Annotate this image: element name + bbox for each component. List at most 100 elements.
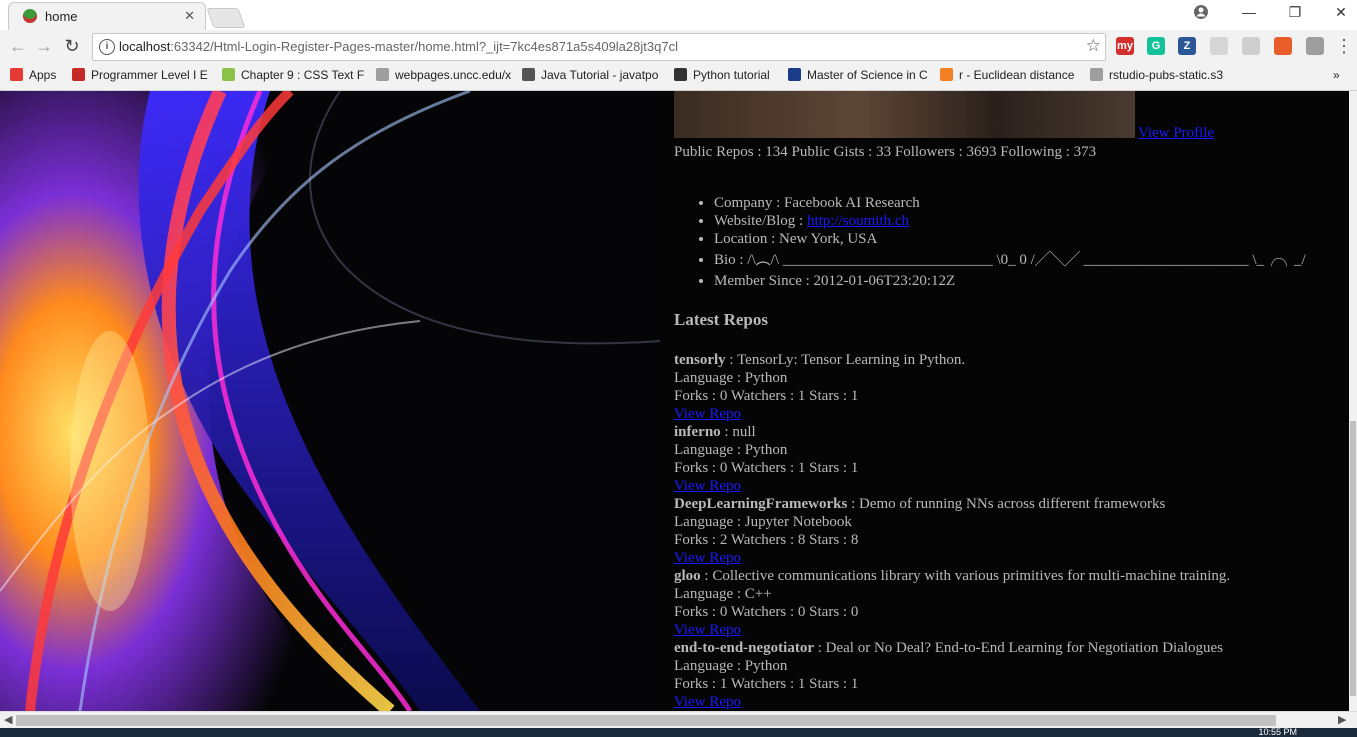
vertical-scrollbar[interactable] [1349, 91, 1357, 711]
repo-language: Language : C++ [674, 586, 772, 602]
repo-description: : TensorLy: Tensor Learning in Python. [725, 352, 966, 368]
tab-title: home [45, 9, 78, 24]
website-item: Website/Blog : http://soumith.ch [714, 212, 1306, 230]
bookmark-label: Chapter 9 : CSS Text F [241, 68, 365, 82]
bookmark-label: Python tutorial [693, 68, 770, 82]
taskbar: 10:55 PM [0, 728, 1357, 737]
bookmark-favicon-icon [1090, 68, 1103, 81]
shield-extension-icon[interactable] [1306, 37, 1324, 55]
repo-item: end-to-end-negotiator : Deal or No Deal?… [674, 639, 1230, 711]
page-viewport: View Profile Public Repos : 134 Public G… [0, 91, 1349, 711]
bookmark-label: Apps [29, 68, 57, 82]
view-profile-link[interactable]: View Profile [1138, 124, 1214, 142]
repo-list: tensorly : TensorLy: Tensor Learning in … [674, 351, 1230, 711]
bookmark-item[interactable]: r - Euclidean distance [940, 68, 1074, 82]
profile-details-list: Company : Facebook AI Research Website/B… [674, 194, 1306, 290]
profile-icon[interactable] [1186, 4, 1216, 23]
bookmark-favicon-icon [788, 68, 801, 81]
bookmark-favicon-icon [222, 68, 235, 81]
extension-icon[interactable] [1210, 37, 1228, 55]
adblock-icon[interactable] [1274, 37, 1292, 55]
repo-language: Language : Jupyter Notebook [674, 514, 852, 530]
repo-language: Language : Python [674, 658, 788, 674]
info-icon[interactable]: i [99, 39, 115, 55]
pdf-icon[interactable] [1242, 37, 1260, 55]
bookmark-item[interactable]: Apps [10, 68, 56, 82]
grammarly-icon[interactable]: G [1147, 37, 1165, 55]
profile-stats: Public Repos : 134 Public Gists : 33 Fol… [674, 144, 1097, 160]
myhomework-icon[interactable]: my [1116, 37, 1134, 55]
member-since-item: Member Since : 2012-01-06T23:20:12Z [714, 272, 1306, 290]
bookmark-item[interactable]: Master of Science in C [788, 68, 928, 82]
bookmark-label: rstudio-pubs-static.s3 [1109, 68, 1224, 82]
bookmark-item[interactable]: Java Tutorial - javatpo [522, 68, 658, 82]
minimize-button[interactable]: — [1234, 4, 1264, 20]
repo-description: : Demo of running NNs across different f… [847, 496, 1166, 512]
repo-title-line: gloo : Collective communications library… [674, 567, 1230, 585]
mushroom-favicon-icon [23, 9, 37, 23]
url-host: localhost [119, 39, 171, 54]
view-repo-link[interactable]: View Repo [674, 406, 741, 422]
bookmark-label: Programmer Level I E [91, 68, 208, 82]
bio-item: Bio : /\︵/\ ____________________________… [714, 248, 1306, 272]
scroll-right-arrow-icon[interactable]: ▶ [1338, 713, 1346, 726]
repo-item: tensorly : TensorLy: Tensor Learning in … [674, 351, 1230, 423]
horizontal-scrollbar[interactable]: ◀ ▶ [0, 711, 1357, 729]
repo-counts: Forks : 1 Watchers : 1 Stars : 1 [674, 676, 859, 692]
view-repo-link[interactable]: View Repo [674, 478, 741, 494]
repo-title-line: DeepLearningFrameworks : Demo of running… [674, 495, 1230, 513]
repo-title-line: inferno : null [674, 423, 1230, 441]
repo-item: gloo : Collective communications library… [674, 567, 1230, 639]
bookmark-item[interactable]: Chapter 9 : CSS Text F [222, 68, 364, 82]
bookmark-item[interactable]: Python tutorial [674, 68, 770, 82]
horizontal-scrollbar-thumb[interactable] [16, 715, 1276, 726]
zotero-icon[interactable]: Z [1178, 37, 1196, 55]
bookmark-item[interactable]: Programmer Level I E [72, 68, 208, 82]
repo-description: : null [720, 424, 756, 440]
taskbar-clock: 10:55 PM [1258, 727, 1297, 737]
restore-button[interactable]: ❐ [1280, 4, 1310, 21]
repo-item: inferno : null Language : Python Forks : 0… [674, 423, 1230, 495]
repo-item: DeepLearningFrameworks : Demo of running… [674, 495, 1230, 567]
bookmark-star-icon[interactable]: ☆ [1086, 36, 1101, 56]
new-tab-button[interactable] [206, 8, 246, 28]
repo-name: DeepLearningFrameworks [674, 496, 848, 512]
address-bar[interactable]: i localhost:63342/Html-Login-Register-Pa… [92, 33, 1106, 61]
repo-counts: Forks : 0 Watchers : 0 Stars : 0 [674, 604, 859, 620]
repo-description: : Deal or No Deal? End-to-End Learning f… [813, 640, 1224, 656]
back-arrow-icon[interactable]: ← [6, 36, 30, 57]
website-link[interactable]: http://soumith.ch [807, 213, 909, 229]
view-repo-link[interactable]: View Repo [674, 550, 741, 566]
view-repo-link[interactable]: View Repo [674, 694, 741, 710]
bookmark-favicon-icon [940, 68, 953, 81]
bookmark-favicon-icon [522, 68, 535, 81]
tab-close-icon[interactable]: ✕ [184, 8, 195, 24]
repo-title-line: tensorly : TensorLy: Tensor Learning in … [674, 351, 1230, 369]
bookmarks-overflow-icon[interactable]: » [1333, 68, 1340, 82]
repo-language: Language : Python [674, 370, 788, 386]
close-window-button[interactable]: ✕ [1326, 4, 1356, 21]
website-label: Website/Blog : [714, 213, 807, 229]
vertical-scrollbar-thumb[interactable] [1350, 421, 1356, 696]
repo-language: Language : Python [674, 442, 788, 458]
browser-toolbar: ← → ↻ i localhost:63342/Html-Login-Regis… [0, 30, 1357, 64]
bookmark-favicon-icon [376, 68, 389, 81]
bookmark-item[interactable]: rstudio-pubs-static.s3 [1090, 68, 1223, 82]
url-text[interactable]: localhost:63342/Html-Login-Register-Page… [119, 39, 678, 54]
scroll-left-arrow-icon[interactable]: ◀ [4, 713, 12, 726]
tab-home[interactable]: home ✕ [8, 2, 206, 31]
reload-icon[interactable]: ↻ [60, 36, 84, 57]
forward-arrow-icon[interactable]: → [32, 36, 56, 57]
repo-description: : Collective communications library with… [700, 568, 1231, 584]
view-repo-link[interactable]: View Repo [674, 622, 741, 638]
bookmark-favicon-icon [674, 68, 687, 81]
bookmark-label: Java Tutorial - javatpo [541, 68, 659, 82]
tab-strip: home ✕ — ❐ ✕ [0, 0, 1357, 31]
menu-kebab-icon[interactable]: ⋮ [1332, 36, 1356, 57]
repo-name: gloo [674, 568, 701, 584]
repo-title-line: end-to-end-negotiator : Deal or No Deal?… [674, 639, 1230, 657]
bookmark-item[interactable]: webpages.uncc.edu/x [376, 68, 511, 82]
bookmark-label: r - Euclidean distance [959, 68, 1075, 82]
repo-name: tensorly [674, 352, 726, 368]
bookmarks-bar: Apps Programmer Level I E Chapter 9 : CSS … [0, 64, 1357, 91]
